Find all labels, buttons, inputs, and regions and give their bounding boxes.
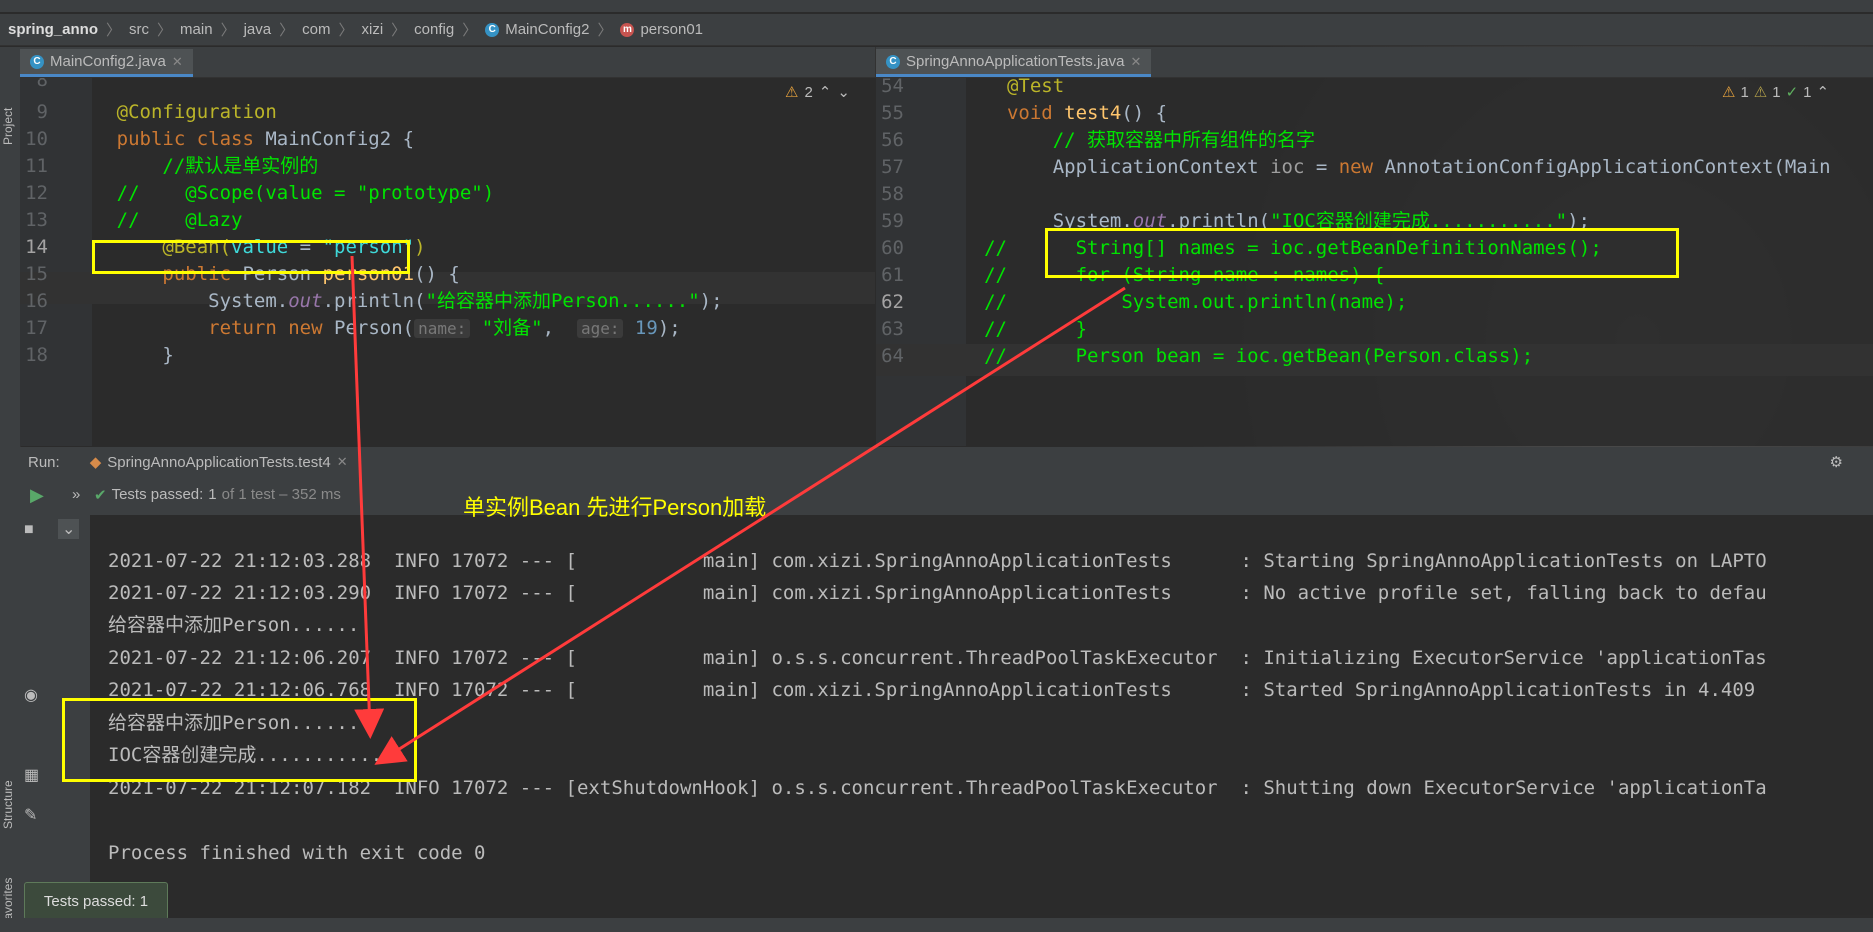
- status-bar: [0, 918, 1873, 932]
- annotation-arrows: [350, 255, 1126, 765]
- arrow-lazy-to-console: [350, 255, 385, 739]
- arrow-ioc-to-console: [374, 286, 1126, 765]
- tests-passed-toast[interactable]: Tests passed: 1: [24, 882, 168, 920]
